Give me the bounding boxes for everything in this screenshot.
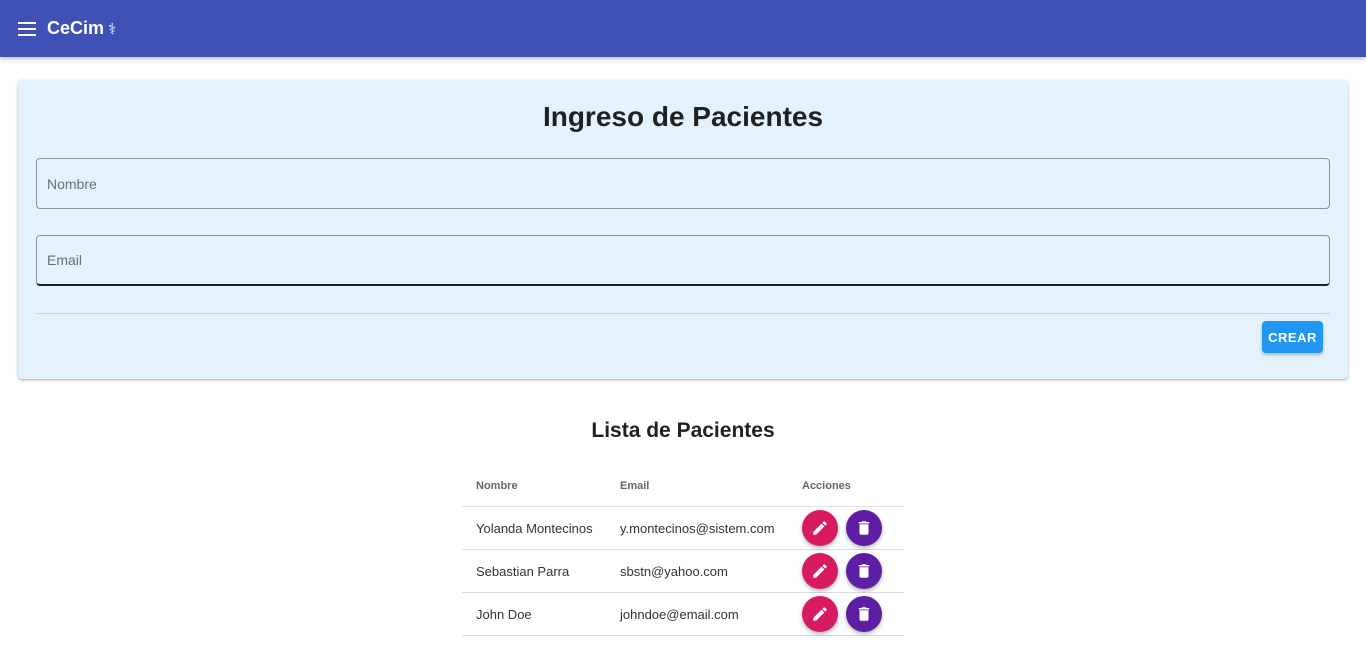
- row-actions: [788, 553, 904, 589]
- trash-icon: [858, 521, 870, 535]
- trash-icon: [858, 607, 870, 621]
- table-header: Nombre Email Acciones: [462, 465, 904, 507]
- menu-icon: [18, 21, 36, 36]
- delete-button[interactable]: [846, 596, 882, 632]
- delete-button[interactable]: [846, 553, 882, 589]
- table-row: Sebastian Parra sbstn@yahoo.com: [462, 550, 904, 593]
- table-row: Yolanda Montecinos y.montecinos@sistem.c…: [462, 507, 904, 550]
- patient-form-card: Ingreso de Pacientes CREAR: [18, 80, 1348, 379]
- patient-name: Sebastian Parra: [476, 563, 570, 579]
- edit-button[interactable]: [802, 596, 838, 632]
- app-title[interactable]: CeCim ⚕: [47, 18, 116, 39]
- email-input[interactable]: [37, 236, 1329, 284]
- patient-name: John Doe: [476, 606, 532, 622]
- edit-button[interactable]: [802, 510, 838, 546]
- header-nombre: Nombre: [476, 479, 518, 492]
- delete-button[interactable]: [846, 510, 882, 546]
- pencil-icon: [813, 521, 827, 535]
- menu-button[interactable]: [14, 16, 40, 42]
- pencil-icon: [813, 607, 827, 621]
- header-email: Email: [620, 479, 650, 492]
- patient-name: Yolanda Montecinos: [476, 520, 593, 536]
- caduceus-icon: ⚕: [108, 21, 117, 38]
- list-title: Lista de Pacientes: [591, 419, 775, 442]
- form-title: Ingreso de Pacientes: [542, 101, 824, 132]
- table-row: John Doe johndoe@email.com: [462, 593, 904, 636]
- patient-email: y.montecinos@sistem.com: [620, 520, 775, 536]
- patient-email: sbstn@yahoo.com: [620, 563, 728, 579]
- form-divider: [36, 313, 1330, 314]
- trash-icon: [858, 564, 870, 578]
- app-bar: CeCim ⚕: [0, 0, 1366, 57]
- name-input[interactable]: [37, 159, 1329, 208]
- name-field[interactable]: [36, 158, 1330, 209]
- row-actions: [788, 596, 904, 632]
- patients-table: Nombre Email Acciones Yolanda Montecinos…: [462, 465, 904, 636]
- crear-button[interactable]: CREAR: [1262, 321, 1323, 353]
- pencil-icon: [813, 564, 827, 578]
- email-field[interactable]: [36, 235, 1330, 286]
- app-title-text: CeCim: [47, 18, 105, 38]
- edit-button[interactable]: [802, 553, 838, 589]
- row-actions: [788, 510, 904, 546]
- header-acciones: Acciones: [802, 479, 851, 492]
- patient-email: johndoe@email.com: [620, 606, 739, 622]
